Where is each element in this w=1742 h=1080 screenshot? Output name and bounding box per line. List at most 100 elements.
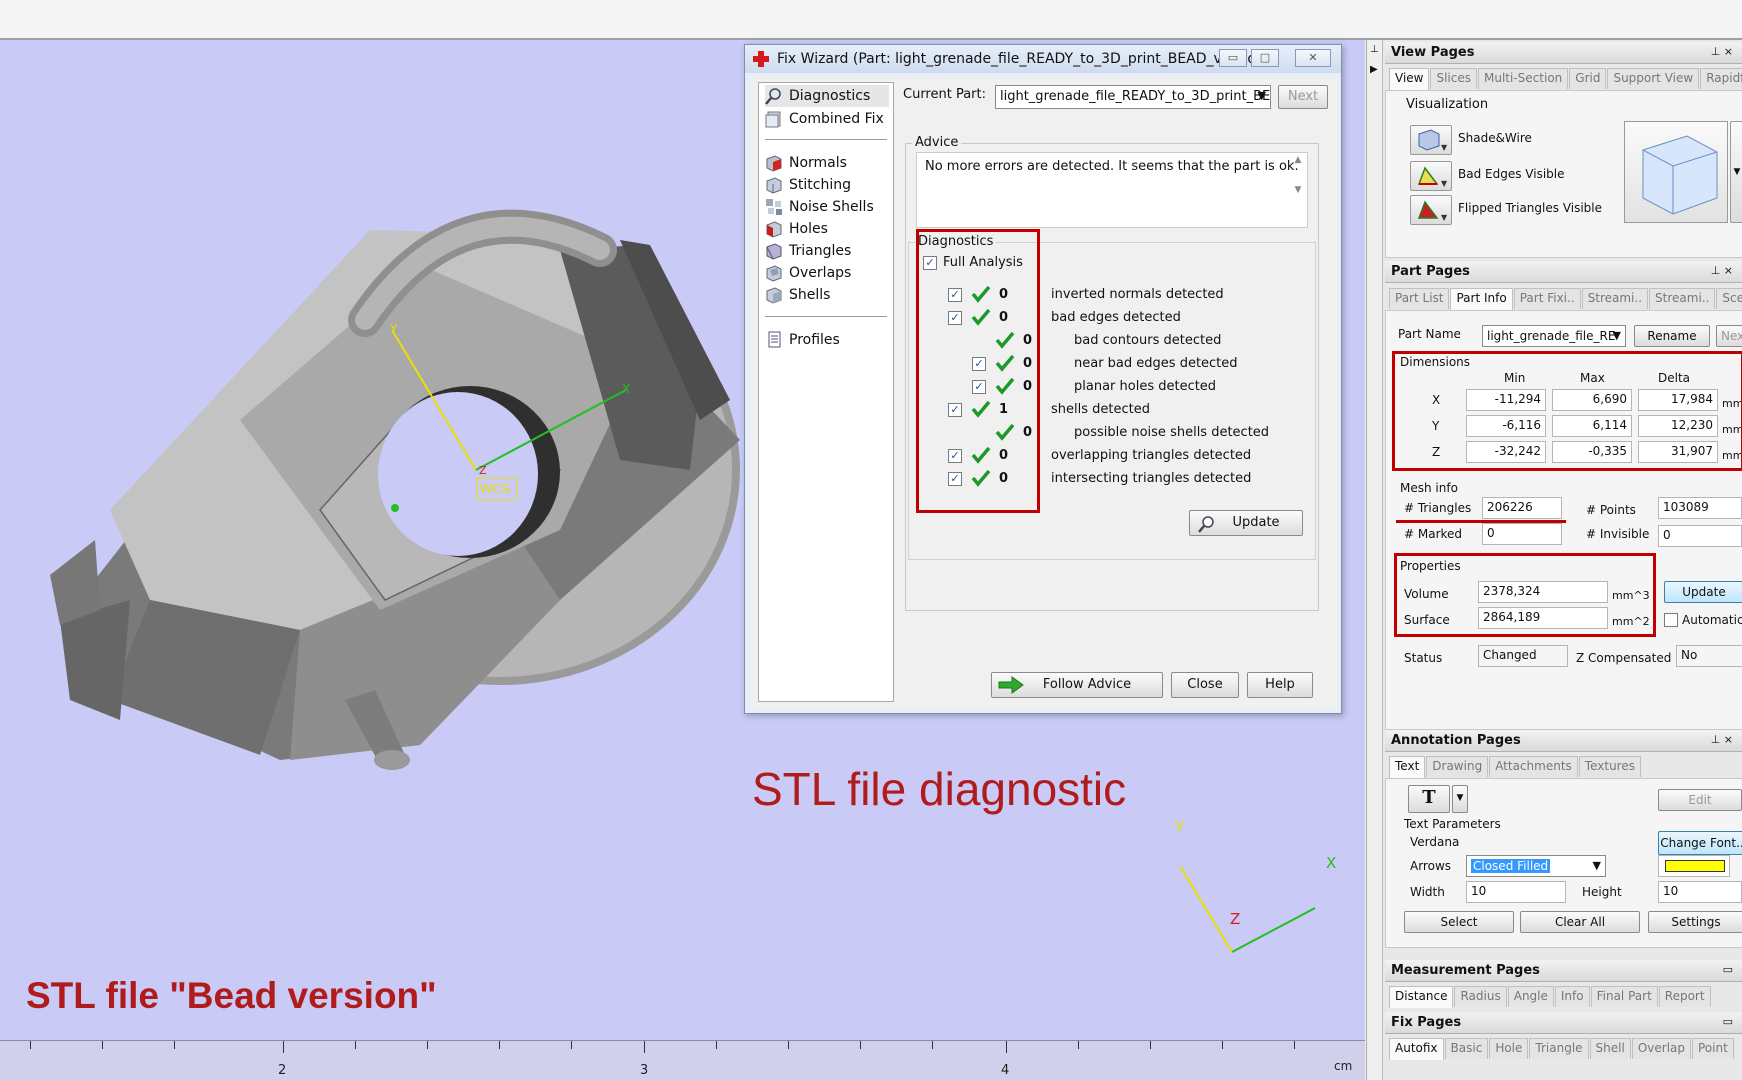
- tab-shell[interactable]: Shell: [1589, 1038, 1631, 1059]
- tab-streamics-1[interactable]: Streami..: [1581, 288, 1649, 309]
- nav-label: Noise Shells: [789, 199, 874, 215]
- collapse-icon[interactable]: ▭: [1723, 963, 1733, 976]
- tab-text[interactable]: Text: [1389, 756, 1426, 778]
- maximize-button[interactable]: □: [1251, 49, 1279, 67]
- annotation-pages-header[interactable]: Annotation Pages ⊥ ×: [1385, 730, 1742, 752]
- tab-autofix[interactable]: Autofix: [1389, 1038, 1444, 1060]
- automatic-label: Automatic: [1682, 613, 1742, 627]
- annotation-body: T ▼ Edit Text Parameters Verdana Change …: [1385, 778, 1742, 948]
- settings-button[interactable]: Settings: [1648, 911, 1742, 933]
- update-diagnostics-button[interactable]: Update: [1189, 510, 1303, 536]
- nav-normals[interactable]: Normals: [765, 152, 847, 174]
- tab-angle[interactable]: Angle: [1507, 986, 1554, 1007]
- dialog-titlebar[interactable]: Fix Wizard (Part: light_grenade_file_REA…: [745, 45, 1341, 73]
- help-button[interactable]: Help: [1247, 672, 1313, 698]
- section-title: View Pages: [1391, 45, 1475, 60]
- close-window-button[interactable]: ✕: [1295, 49, 1331, 67]
- model-wcs-label: WCS: [480, 481, 511, 496]
- tab-part-info[interactable]: Part Info: [1450, 288, 1513, 310]
- arrows-select[interactable]: Closed Filled ▼: [1466, 855, 1606, 877]
- tab-attachments[interactable]: Attachments: [1489, 756, 1578, 777]
- tab-part-fixing[interactable]: Part Fixi..: [1513, 288, 1581, 309]
- height-value[interactable]: 10: [1658, 881, 1742, 903]
- text-tool-button[interactable]: T: [1408, 785, 1450, 813]
- tab-textures[interactable]: Textures: [1578, 756, 1641, 777]
- pin-icon[interactable]: ⊥ ×: [1711, 733, 1733, 746]
- nav-profiles[interactable]: Profiles: [765, 329, 840, 351]
- tab-radius[interactable]: Radius: [1454, 986, 1507, 1007]
- tab-basic[interactable]: Basic: [1444, 1038, 1489, 1059]
- properties-update-button[interactable]: Update: [1664, 581, 1742, 603]
- fix-pages-header[interactable]: Fix Pages ▭: [1385, 1012, 1742, 1034]
- next-button[interactable]: Next: [1278, 85, 1328, 109]
- bad-edges-visible-button[interactable]: ▼: [1410, 161, 1452, 191]
- current-part-select[interactable]: light_grenade_file_READY_to_3D_print_BEA…: [995, 85, 1271, 109]
- tab-final-part[interactable]: Final Part: [1590, 986, 1658, 1007]
- change-font-button[interactable]: Change Font..: [1658, 831, 1742, 855]
- marked-value: 0: [1482, 523, 1562, 545]
- minimize-button[interactable]: ▭: [1219, 49, 1247, 67]
- visualization-label: Visualization: [1406, 97, 1489, 112]
- nav-triangles[interactable]: Triangles: [765, 240, 851, 262]
- points-value: 103089: [1658, 497, 1742, 519]
- follow-advice-button[interactable]: Follow Advice: [991, 672, 1163, 698]
- tab-overlap[interactable]: Overlap: [1631, 1038, 1691, 1059]
- update-label: Update: [1232, 515, 1280, 530]
- nav-overlaps[interactable]: Overlaps: [765, 262, 851, 284]
- nav-holes[interactable]: Holes: [765, 218, 828, 240]
- nav-shells[interactable]: Shells: [765, 284, 830, 306]
- advice-text: No more errors are detected. It seems th…: [916, 152, 1308, 228]
- section-title: Annotation Pages: [1391, 733, 1521, 748]
- edit-button[interactable]: Edit: [1658, 789, 1742, 811]
- measurement-pages-header[interactable]: Measurement Pages ▭: [1385, 960, 1742, 982]
- view-pages-header[interactable]: View Pages ⊥ ×: [1385, 42, 1742, 64]
- text-parameters-label: Text Parameters: [1404, 817, 1501, 831]
- tab-point[interactable]: Point: [1692, 1038, 1734, 1059]
- close-button[interactable]: Close: [1171, 672, 1239, 698]
- tab-hole[interactable]: Hole: [1489, 1038, 1529, 1059]
- tab-streamics-2[interactable]: Streami..: [1649, 288, 1716, 309]
- intersecting-triangles-text: intersecting triangles detected: [1051, 471, 1252, 486]
- nav-stitching[interactable]: Stitching: [765, 174, 851, 196]
- tab-drawing[interactable]: Drawing: [1426, 756, 1489, 777]
- tab-info[interactable]: Info: [1554, 986, 1590, 1007]
- tab-slices[interactable]: Slices: [1430, 68, 1478, 89]
- part-pages-header[interactable]: Part Pages ⊥ ×: [1385, 261, 1742, 283]
- rename-button[interactable]: Rename: [1634, 325, 1710, 347]
- panel-pin-strip[interactable]: ⊥ ▶: [1367, 40, 1383, 1080]
- clear-all-button[interactable]: Clear All: [1520, 911, 1640, 933]
- bad-contours-text: bad contours detected: [1074, 333, 1222, 348]
- view-cube-dropdown[interactable]: ▼: [1730, 121, 1742, 223]
- mesh-info-label: Mesh info: [1400, 481, 1458, 495]
- chevron-right-icon: ▶: [1370, 64, 1378, 75]
- tab-part-list[interactable]: Part List: [1389, 288, 1450, 309]
- nav-noise-shells[interactable]: Noise Shells: [765, 196, 874, 218]
- tab-scene[interactable]: Scen: [1716, 288, 1742, 309]
- arrow-color-swatch[interactable]: [1658, 855, 1730, 877]
- collapse-icon[interactable]: ▭: [1723, 1015, 1733, 1028]
- shade-wire-button[interactable]: ▼: [1410, 125, 1452, 155]
- tab-view[interactable]: View: [1389, 68, 1430, 90]
- automatic-checkbox[interactable]: [1664, 613, 1678, 627]
- tab-support-view[interactable]: Support View: [1607, 68, 1700, 89]
- tab-report[interactable]: Report: [1658, 986, 1711, 1007]
- points-label: # Points: [1586, 503, 1636, 517]
- advice-scrollbar[interactable]: ▲ ▼: [1291, 155, 1305, 213]
- pin-icon[interactable]: ⊥ ×: [1711, 264, 1733, 277]
- select-button[interactable]: Select: [1404, 911, 1514, 933]
- flipped-triangles-visible-button[interactable]: ▼: [1410, 195, 1452, 225]
- invisible-value: 0: [1658, 525, 1742, 547]
- tab-rapidfit[interactable]: Rapidfit Vi: [1700, 68, 1742, 89]
- pin-icon[interactable]: ⊥ ×: [1711, 45, 1733, 58]
- part-name-select[interactable]: light_grenade_file_RE ▼: [1482, 325, 1626, 347]
- tab-triangle[interactable]: Triangle: [1529, 1038, 1589, 1059]
- tab-multi-section[interactable]: Multi-Section: [1478, 68, 1569, 89]
- nav-combined-fix[interactable]: Combined Fix: [765, 108, 884, 130]
- view-cube[interactable]: [1624, 121, 1728, 223]
- nav-diagnostics[interactable]: Diagnostics: [765, 85, 889, 107]
- text-tool-dropdown[interactable]: ▼: [1452, 785, 1468, 813]
- width-value[interactable]: 10: [1466, 881, 1566, 903]
- tab-distance[interactable]: Distance: [1389, 986, 1454, 1008]
- tab-grid[interactable]: Grid: [1569, 68, 1607, 89]
- part-next-button[interactable]: Nex: [1716, 325, 1742, 347]
